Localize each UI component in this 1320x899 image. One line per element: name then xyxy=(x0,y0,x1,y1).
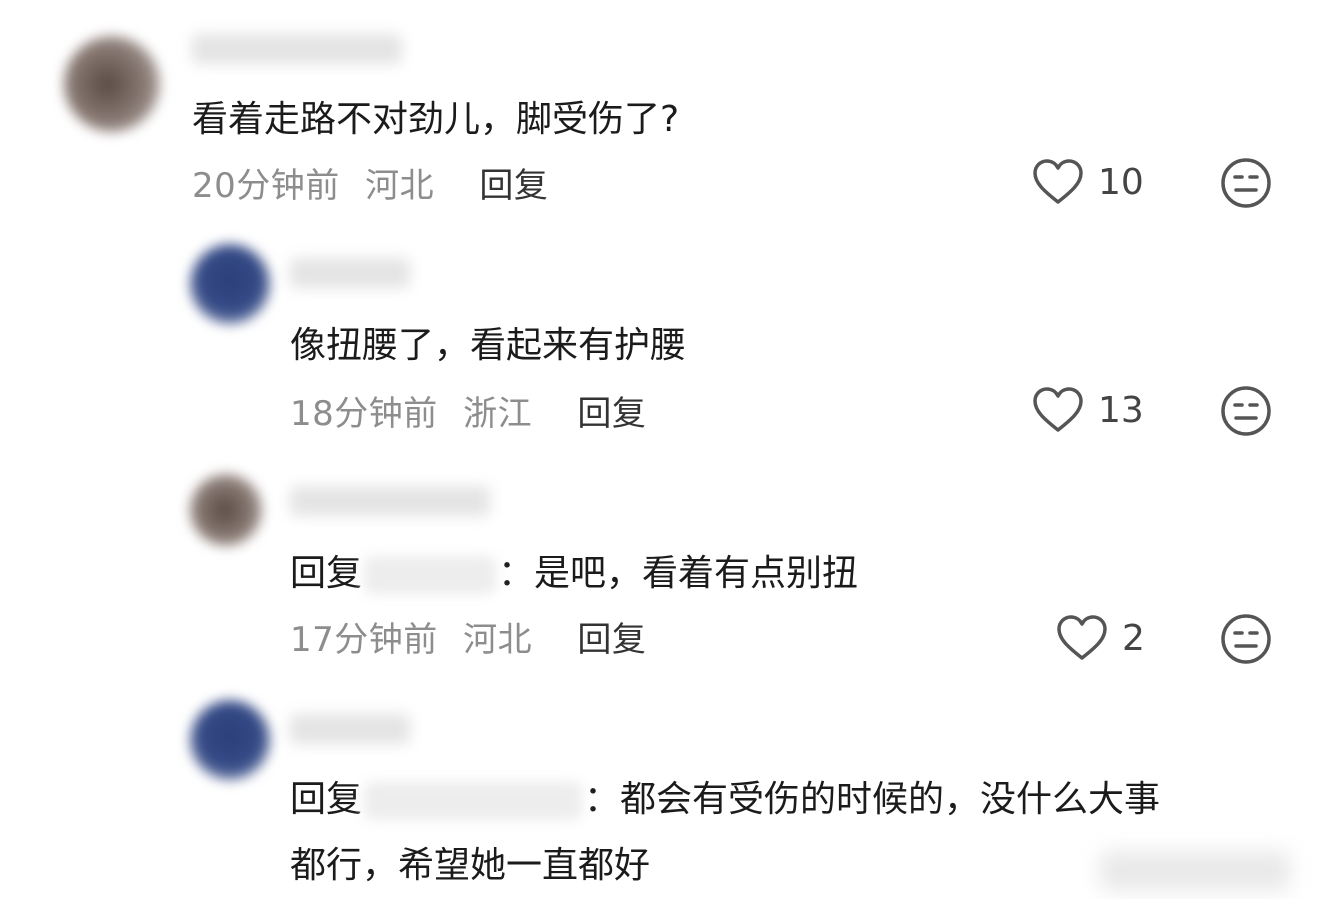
comment-thread: 看着走路不对劲儿，脚受伤了? 20分钟前 河北 回复 10 像扭腰了，看起来有护… xyxy=(0,0,1320,899)
timestamp: 20分钟前 xyxy=(192,166,340,206)
reply-body: 是吧，看着有点别扭 xyxy=(534,553,859,594)
reply-button[interactable]: 回复 xyxy=(577,612,646,661)
comment-text: 像扭腰了，看起来有护腰 xyxy=(290,325,687,366)
neutral-face-icon[interactable] xyxy=(1220,385,1272,437)
avatar[interactable] xyxy=(190,474,262,546)
location: 河北 xyxy=(365,166,435,206)
neutral-face-icon[interactable] xyxy=(1220,157,1272,209)
location: 河北 xyxy=(463,620,533,660)
avatar[interactable] xyxy=(190,244,270,324)
reply-button[interactable]: 回复 xyxy=(479,158,548,207)
comment-text: 回复 ：都会有受伤的时候的，没什么大事 xyxy=(290,770,1160,830)
reply-prefix: 回复 xyxy=(290,553,363,594)
like-button[interactable]: 13 xyxy=(1032,386,1144,434)
mention-blurred[interactable] xyxy=(364,782,583,820)
reply-body-line1: 都会有受伤的时候的，没什么大事 xyxy=(620,779,1161,820)
username-blurred[interactable] xyxy=(290,258,410,288)
comment-text: 看着走路不对劲儿，脚受伤了? xyxy=(192,99,680,140)
like-button[interactable]: 2 xyxy=(1056,614,1145,662)
username-blurred[interactable] xyxy=(192,34,402,64)
timestamp: 17分钟前 xyxy=(290,620,438,660)
mention-colon: ： xyxy=(498,553,535,594)
reply-prefix: 回复 xyxy=(290,779,363,820)
like-count: 13 xyxy=(1098,389,1144,431)
comment-text: 回复 ：是吧，看着有点别扭 xyxy=(290,544,858,604)
comment-text-continued: 都行，希望她一直都好 xyxy=(290,845,651,886)
heart-outline-icon xyxy=(1033,387,1083,432)
avatar[interactable] xyxy=(64,36,160,132)
like-count: 10 xyxy=(1098,161,1144,203)
heart-outline-icon xyxy=(1057,615,1107,660)
timestamp: 18分钟前 xyxy=(290,394,438,434)
location: 浙江 xyxy=(463,394,533,434)
watermark-blurred xyxy=(1100,851,1290,891)
comment-meta: 20分钟前 河北 回复 xyxy=(192,158,548,207)
comment-meta: 18分钟前 浙江 回复 xyxy=(290,386,646,435)
neutral-face-icon[interactable] xyxy=(1220,613,1272,665)
like-button[interactable]: 10 xyxy=(1032,158,1144,206)
reply-button[interactable]: 回复 xyxy=(577,386,646,435)
mention-blurred[interactable] xyxy=(364,556,497,594)
mention-colon: ： xyxy=(584,779,621,820)
username-blurred[interactable] xyxy=(290,486,490,516)
avatar[interactable] xyxy=(190,700,270,780)
like-count: 2 xyxy=(1122,617,1145,659)
comment-meta: 17分钟前 河北 回复 xyxy=(290,612,646,661)
heart-outline-icon xyxy=(1033,159,1083,204)
username-blurred[interactable] xyxy=(290,714,410,744)
